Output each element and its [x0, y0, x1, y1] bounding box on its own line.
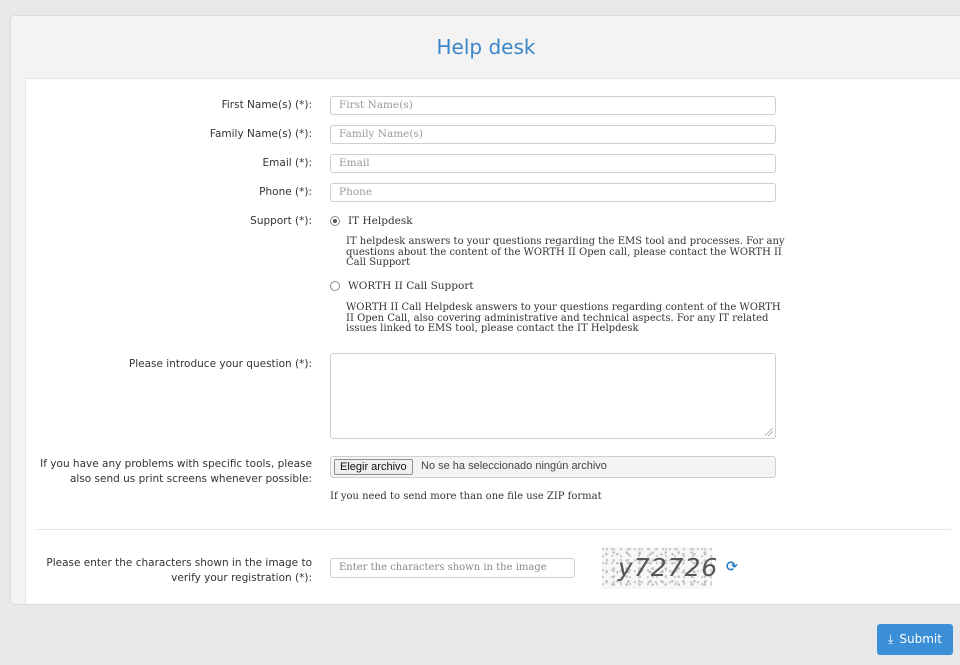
zip-hint: If you need to send more than one file u…	[330, 491, 602, 502]
download-icon: ⤓	[888, 632, 894, 646]
it-helpdesk-description: IT helpdesk answers to your questions re…	[346, 236, 785, 268]
radio-worth-support-label: WORTH II Call Support	[348, 280, 474, 292]
first-name-label: First Name(s) (*):	[221, 99, 312, 111]
captcha-label: Please enter the characters shown in the…	[46, 557, 312, 584]
file-status-text: No se ha seleccionado ningún archivo	[421, 460, 607, 472]
worth-support-description: WORTH II Call Helpdesk answers to your q…	[346, 302, 781, 334]
radio-it-helpdesk-circle[interactable]	[330, 216, 340, 226]
captcha-image: y72726	[602, 547, 717, 589]
phone-label: Phone (*):	[259, 186, 312, 198]
email-label: Email (*):	[262, 157, 312, 169]
email-input[interactable]: Email	[330, 154, 776, 173]
phone-input[interactable]: Phone	[330, 183, 776, 202]
form-body: First Name(s) (*): First Name(s) Family …	[25, 78, 960, 604]
submit-label: Submit	[899, 632, 942, 646]
captcha-image-text: y72726	[618, 553, 719, 582]
submit-button[interactable]: ⤓ Submit	[877, 624, 953, 655]
question-label: Please introduce your question (*):	[128, 358, 312, 370]
file-input[interactable]: Elegir archivo No se ha seleccionado nin…	[330, 456, 776, 478]
family-name-label: Family Name(s) (*):	[209, 128, 312, 140]
divider	[36, 529, 951, 530]
captcha-input[interactable]: Enter the characters shown in the image	[330, 558, 575, 578]
question-textarea[interactable]	[330, 353, 776, 439]
page-title: Help desk	[436, 35, 536, 59]
family-name-input[interactable]: Family Name(s)	[330, 125, 776, 144]
radio-it-helpdesk-label: IT Helpdesk	[348, 215, 413, 227]
helpdesk-panel: Help desk First Name(s) (*): First Name(…	[10, 15, 960, 605]
support-label: Support (*):	[250, 215, 312, 227]
resize-handle-icon[interactable]	[765, 428, 773, 436]
choose-file-button[interactable]: Elegir archivo	[334, 459, 413, 475]
first-name-input[interactable]: First Name(s)	[330, 96, 776, 115]
refresh-icon[interactable]: ⟳	[726, 560, 739, 574]
radio-worth-support-circle[interactable]	[330, 281, 340, 291]
attachment-label: If you have any problems with specific t…	[40, 458, 312, 485]
